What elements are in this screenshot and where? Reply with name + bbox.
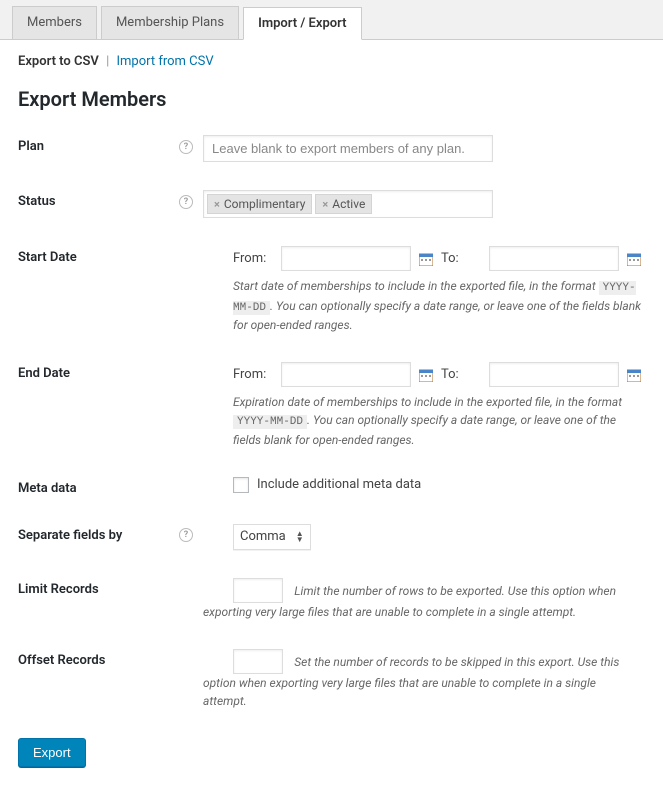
separator-value: Comma	[240, 529, 286, 544]
row-end-date: End Date From: To: Expiration date of me…	[18, 362, 645, 449]
label-end-date: End Date	[18, 366, 70, 381]
export-button[interactable]: Export	[18, 738, 86, 767]
subnav-sep: |	[106, 54, 109, 69]
row-separator: Separate fields by ? Comma ▲▼	[18, 524, 645, 550]
to-label: To:	[441, 367, 481, 382]
label-separator: Separate fields by	[18, 528, 122, 543]
calendar-icon[interactable]	[419, 252, 433, 266]
label-limit: Limit Records	[18, 582, 99, 597]
status-tag: × Active	[315, 194, 372, 214]
calendar-icon[interactable]	[627, 368, 641, 382]
end-date-to-input[interactable]	[489, 362, 619, 387]
end-date-from-input[interactable]	[281, 362, 411, 387]
end-date-help: Expiration date of memberships to includ…	[233, 393, 645, 449]
from-label: From:	[233, 367, 273, 382]
tab-members[interactable]: Members	[12, 6, 97, 39]
status-input[interactable]: × Complimentary × Active	[203, 190, 493, 218]
label-plan: Plan	[18, 139, 44, 154]
label-start-date: Start Date	[18, 250, 77, 265]
content-panel: Export to CSV | Import from CSV Export M…	[0, 40, 663, 786]
row-offset: Offset Records Set the number of records…	[18, 649, 645, 710]
tag-label: Active	[332, 197, 365, 211]
remove-tag-icon[interactable]: ×	[214, 198, 220, 211]
tag-label: Complimentary	[224, 197, 306, 211]
help-icon[interactable]: ?	[179, 195, 193, 209]
calendar-icon[interactable]	[627, 252, 641, 266]
row-start-date: Start Date From: To: Start date of membe…	[18, 246, 645, 334]
start-date-from-input[interactable]	[281, 246, 411, 271]
subnav: Export to CSV | Import from CSV	[18, 54, 645, 69]
tab-bar: Members Membership Plans Import / Export	[0, 0, 663, 40]
meta-checkbox-label: Include additional meta data	[257, 477, 421, 492]
row-plan: Plan ?	[18, 135, 645, 162]
row-limit: Limit Records Limit the number of rows t…	[18, 578, 645, 621]
label-status: Status	[18, 194, 56, 209]
remove-tag-icon[interactable]: ×	[322, 198, 328, 211]
page-heading: Export Members	[18, 87, 645, 111]
help-icon[interactable]: ?	[179, 528, 193, 542]
label-meta: Meta data	[18, 481, 77, 496]
tab-import-export[interactable]: Import / Export	[243, 7, 361, 40]
from-label: From:	[233, 251, 273, 266]
limit-input[interactable]	[233, 578, 283, 603]
subnav-import[interactable]: Import from CSV	[117, 54, 214, 69]
offset-input[interactable]	[233, 649, 283, 674]
meta-checkbox[interactable]	[233, 477, 249, 493]
start-date-to-input[interactable]	[489, 246, 619, 271]
row-status: Status ? × Complimentary × Active	[18, 190, 645, 218]
calendar-icon[interactable]	[419, 368, 433, 382]
status-tag: × Complimentary	[207, 194, 312, 214]
chevron-updown-icon: ▲▼	[296, 531, 304, 543]
start-date-help: Start date of memberships to include in …	[233, 277, 645, 334]
plan-input[interactable]	[203, 135, 493, 162]
tab-plans[interactable]: Membership Plans	[101, 6, 239, 39]
subnav-export[interactable]: Export to CSV	[18, 54, 99, 69]
label-offset: Offset Records	[18, 653, 105, 668]
help-icon[interactable]: ?	[179, 140, 193, 154]
to-label: To:	[441, 251, 481, 266]
separator-select[interactable]: Comma ▲▼	[233, 524, 311, 550]
row-meta: Meta data Include additional meta data	[18, 477, 645, 496]
